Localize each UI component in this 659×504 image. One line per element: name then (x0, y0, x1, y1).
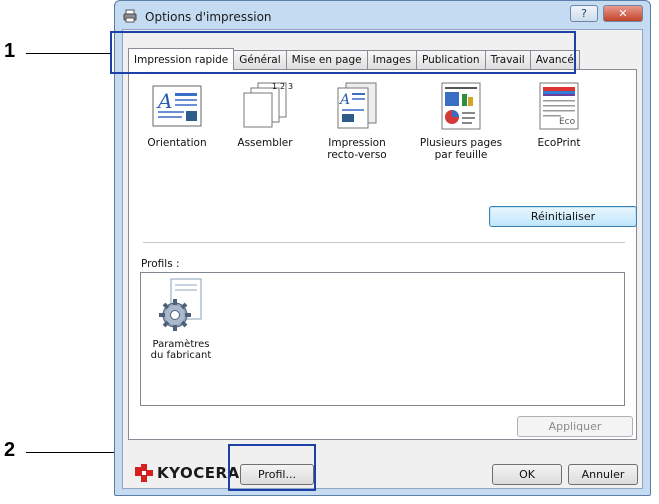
duplex-label-line1: Impression (328, 137, 386, 149)
ok-button[interactable]: OK (492, 464, 562, 485)
multi-page-function[interactable]: Plusieurs pages par feuille (415, 81, 507, 161)
dialog-client-area: Impression rapide Général Mise en page I… (122, 29, 643, 489)
apply-button[interactable]: Appliquer (517, 416, 633, 437)
callout-1: 1 (4, 40, 16, 62)
profile-label-line2: du fabricant (150, 350, 212, 361)
kyocera-logo: KYOCERA (135, 464, 240, 482)
profiles-label: Profils : (141, 258, 180, 270)
callout-1-line (26, 53, 110, 54)
collate-digit-2: 2 (280, 82, 286, 91)
duplex-icon: A (337, 82, 377, 129)
print-options-window: Options d'impression ? ✕ Impression rapi… (114, 0, 651, 496)
profiles-list[interactable]: Paramètres du fabricant (140, 272, 625, 406)
multi-page-label-line1: Plusieurs pages (419, 137, 503, 149)
duplex-function[interactable]: A Impression recto-verso (315, 81, 399, 161)
ecoprint-label: EcoPrint (537, 137, 581, 149)
svg-text:A: A (156, 89, 172, 113)
title-bar: Options d'impression ? ✕ (115, 1, 650, 29)
profile-manufacturer-defaults[interactable]: Paramètres du fabricant (145, 277, 217, 361)
quick-print-panel: A Orientation Assembler 1 2 3 A Impressi… (128, 69, 637, 440)
collate-digit-3: 3 (288, 82, 294, 91)
collate-label: Assembler (237, 137, 293, 149)
kyocera-logo-icon (135, 464, 153, 482)
multi-page-icon (441, 82, 481, 130)
multi-page-label-line2: par feuille (434, 149, 488, 161)
cancel-button[interactable]: Annuler (568, 464, 638, 485)
orientation-icon: A (152, 85, 202, 127)
profile-label-line1: Paramètres (152, 339, 210, 350)
reset-button[interactable]: Réinitialiser (489, 206, 637, 227)
duplex-label-line2: recto-verso (327, 149, 387, 161)
highlight-profile-button (228, 444, 316, 491)
printer-icon (123, 9, 137, 23)
collate-digit-1: 1 (272, 82, 278, 91)
tab-impression-rapide[interactable]: Impression rapide (128, 48, 235, 70)
callout-2: 2 (4, 439, 16, 461)
gear-document-icon (159, 278, 202, 331)
close-button[interactable]: ✕ (603, 5, 643, 22)
svg-text:A: A (338, 92, 350, 108)
eco-icon-text: Eco (559, 117, 576, 127)
ecoprint-function[interactable]: EcoPrint (519, 81, 599, 149)
window-title: Options d'impression (145, 10, 272, 24)
help-button[interactable]: ? (570, 5, 598, 22)
orientation-function[interactable]: A Orientation (137, 81, 217, 149)
collate-function[interactable]: Assembler (225, 81, 305, 149)
orientation-label: Orientation (147, 137, 207, 149)
panel-separator (143, 242, 625, 243)
